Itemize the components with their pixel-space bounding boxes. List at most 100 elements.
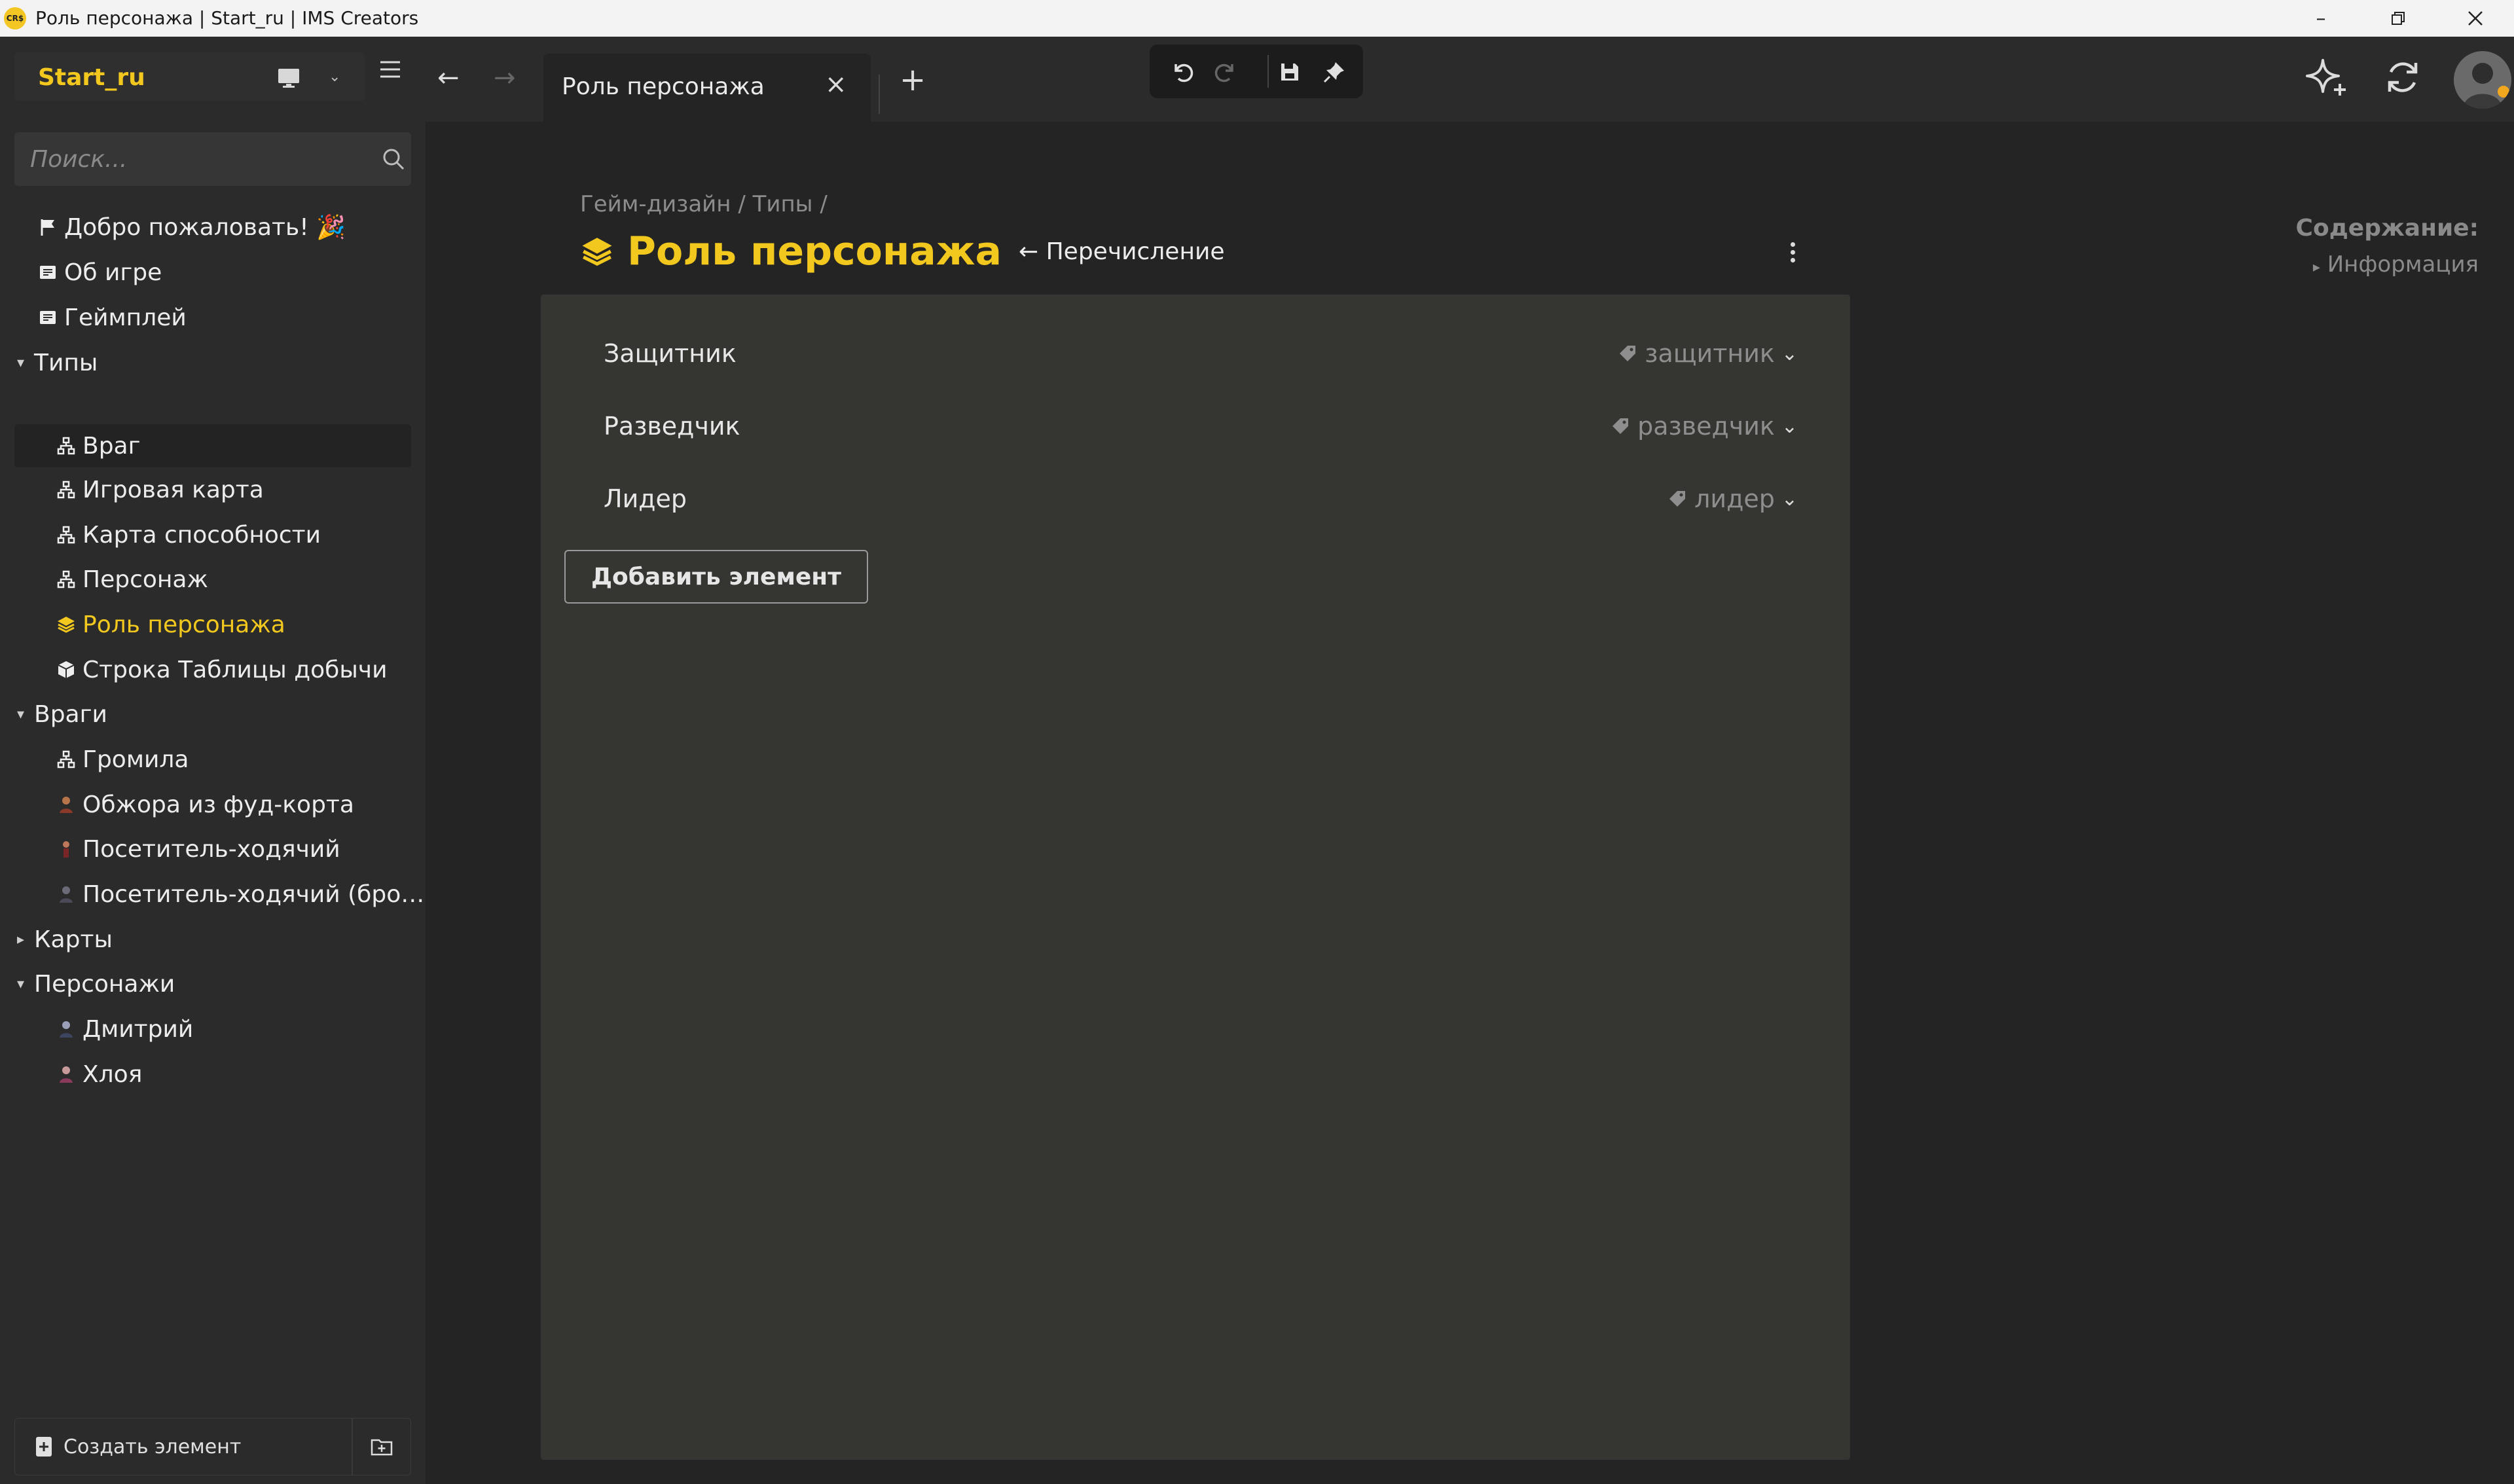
sparkle-icon	[2306, 59, 2346, 96]
window-titlebar: CR$ Роль персонажа | Start_ru | IMS Crea…	[0, 0, 2514, 37]
tag-icon	[1612, 418, 1629, 434]
minimize-button[interactable]: –	[2285, 0, 2357, 37]
tree-item-label: Обжора из фуд-корта	[82, 791, 354, 818]
tree-item-label: Посетитель-ходячий (бро…	[82, 880, 425, 908]
redo-icon	[1214, 63, 1233, 82]
ai-assistant-button[interactable]	[2304, 55, 2350, 103]
new-folder-icon	[371, 1439, 393, 1456]
tree-item-label: Добро пожаловать! 🎉	[64, 214, 346, 241]
tree-item-label: Персонажи	[34, 970, 175, 998]
entry-value-dropdown[interactable]: разведчик ⌄	[1610, 412, 1798, 441]
tree-folder-enemies[interactable]: ▾ Враги	[17, 694, 107, 734]
forward-arrow-icon[interactable]: →	[494, 63, 516, 93]
tree-item-walking-visitor-armored[interactable]: Посетитель-ходячий (бро…	[55, 874, 424, 914]
enum-entry-row[interactable]: Лидер лидер ⌄	[541, 466, 1850, 532]
tree-item-label: Враг	[82, 432, 141, 460]
entry-value-label: разведчик	[1637, 412, 1775, 441]
close-window-button[interactable]	[2439, 0, 2511, 37]
toolbar-separator	[1267, 55, 1269, 88]
entry-value-label: лидер	[1694, 484, 1775, 513]
type-structure-icon	[55, 435, 77, 457]
tree-item-label: Карта способности	[82, 521, 321, 549]
entry-value-dropdown[interactable]: лидер ⌄	[1667, 484, 1798, 513]
entry-name[interactable]: Разведчик	[604, 412, 740, 441]
redo-button[interactable]	[1210, 56, 1241, 88]
tree-item-label: Хлоя	[82, 1060, 143, 1088]
entry-value-label: защитник	[1645, 339, 1775, 368]
type-structure-icon	[55, 524, 77, 546]
back-arrow-icon[interactable]: ←	[437, 63, 460, 93]
tree-item-game-map-type[interactable]: Игровая карта	[55, 469, 264, 510]
tree-item-foodcourt-glutton[interactable]: Обжора из фуд-корта	[55, 784, 354, 825]
type-structure-icon	[55, 568, 77, 590]
cube-icon	[55, 659, 77, 681]
tree-item-loot-table-row[interactable]: Строка Таблицы добычи	[55, 649, 387, 690]
toc-item-info[interactable]: ▸ Информация	[2313, 251, 2479, 278]
caret-down-icon: ▾	[17, 354, 25, 371]
save-button[interactable]	[1274, 56, 1305, 88]
tab-divider	[879, 75, 880, 114]
tag-icon	[1620, 346, 1636, 361]
undo-button[interactable]	[1167, 56, 1198, 88]
new-tab-button[interactable]: +	[900, 62, 926, 98]
entry-name[interactable]: Лидер	[604, 484, 687, 513]
kebab-dot	[1790, 257, 1795, 262]
tree-folder-characters[interactable]: ▾ Персонажи	[17, 964, 175, 1004]
type-structure-icon	[55, 748, 77, 770]
toc-item-label: Информация	[2327, 251, 2479, 278]
tree-folder-maps[interactable]: ▸ Карты	[17, 919, 113, 960]
tab-label: Роль персонажа	[562, 73, 765, 100]
tree-item-welcome[interactable]: Добро пожаловать! 🎉	[37, 207, 346, 247]
content-panel: Защитник защитник ⌄ Разведчик разведчик …	[541, 295, 1850, 1460]
character-avatar-icon	[55, 838, 77, 860]
tree-item-ability-card-type[interactable]: Карта способности	[55, 515, 321, 555]
tree-item-enemy-type[interactable]: Враг	[14, 424, 411, 467]
tree-item-character-type[interactable]: Персонаж	[55, 559, 208, 600]
chevron-down-icon: ⌄	[1781, 342, 1798, 365]
chevron-down-icon: ⌄	[1781, 487, 1798, 511]
page-header: Роль персонажа ← Перечисление	[580, 225, 1225, 278]
menu-button[interactable]	[376, 56, 405, 82]
tree-item-label: Громила	[82, 746, 189, 773]
restore-button[interactable]	[2362, 0, 2434, 37]
enum-entry-row[interactable]: Разведчик разведчик ⌄	[541, 393, 1850, 459]
search-input[interactable]	[14, 132, 355, 186]
toc-title: Содержание:	[2295, 215, 2479, 242]
create-folder-button[interactable]	[352, 1418, 411, 1475]
chevron-down-icon: ⌄	[329, 69, 341, 85]
pin-button[interactable]	[1319, 56, 1350, 88]
search-box	[14, 132, 411, 186]
enum-entry-row[interactable]: Защитник защитник ⌄	[541, 321, 1850, 386]
entry-value-dropdown[interactable]: защитник ⌄	[1617, 339, 1798, 368]
tree-item-about-game[interactable]: Об игре	[37, 252, 162, 293]
create-element-button[interactable]: Создать элемент	[14, 1418, 352, 1475]
project-selector[interactable]: Start_ru ⌄	[14, 52, 365, 101]
search-icon[interactable]	[381, 147, 406, 172]
close-tab-icon[interactable]: ×	[825, 69, 847, 100]
tree-item-dmitry[interactable]: Дмитрий	[55, 1009, 193, 1049]
type-link[interactable]: ← Перечисление	[1019, 238, 1225, 265]
tree-folder-types[interactable]: ▾ Типы	[17, 342, 98, 383]
sync-button[interactable]	[2382, 56, 2424, 101]
tree-item-chloe[interactable]: Хлоя	[55, 1054, 142, 1095]
tab-character-role[interactable]: Роль персонажа ×	[543, 54, 871, 122]
character-avatar-icon	[55, 1063, 77, 1085]
kebab-dot	[1790, 249, 1795, 255]
user-avatar[interactable]	[2454, 51, 2511, 109]
add-element-button[interactable]: Добавить элемент	[564, 550, 868, 604]
flag-icon	[37, 216, 59, 238]
tree-item-brute[interactable]: Громила	[55, 739, 189, 780]
document-icon	[37, 306, 59, 329]
breadcrumb[interactable]: Гейм-дизайн / Типы /	[580, 191, 828, 217]
tree-item-gameplay[interactable]: Геймплей	[37, 297, 187, 338]
more-options-button[interactable]	[1781, 236, 1804, 268]
sidebar: Start_ru ⌄ Добро пожаловать! 🎉 Об игре Г…	[0, 37, 426, 1484]
tree-item-walking-visitor[interactable]: Посетитель-ходячий	[55, 829, 340, 869]
entry-name[interactable]: Защитник	[604, 339, 737, 368]
project-name: Start_ru	[38, 64, 145, 91]
enum-layers-icon	[582, 238, 612, 266]
editor-toolbar	[1150, 45, 1363, 98]
tree-item-label: Карты	[34, 926, 113, 953]
tree-item-character-role[interactable]: Роль персонажа	[55, 604, 285, 645]
undo-icon	[1175, 63, 1193, 82]
